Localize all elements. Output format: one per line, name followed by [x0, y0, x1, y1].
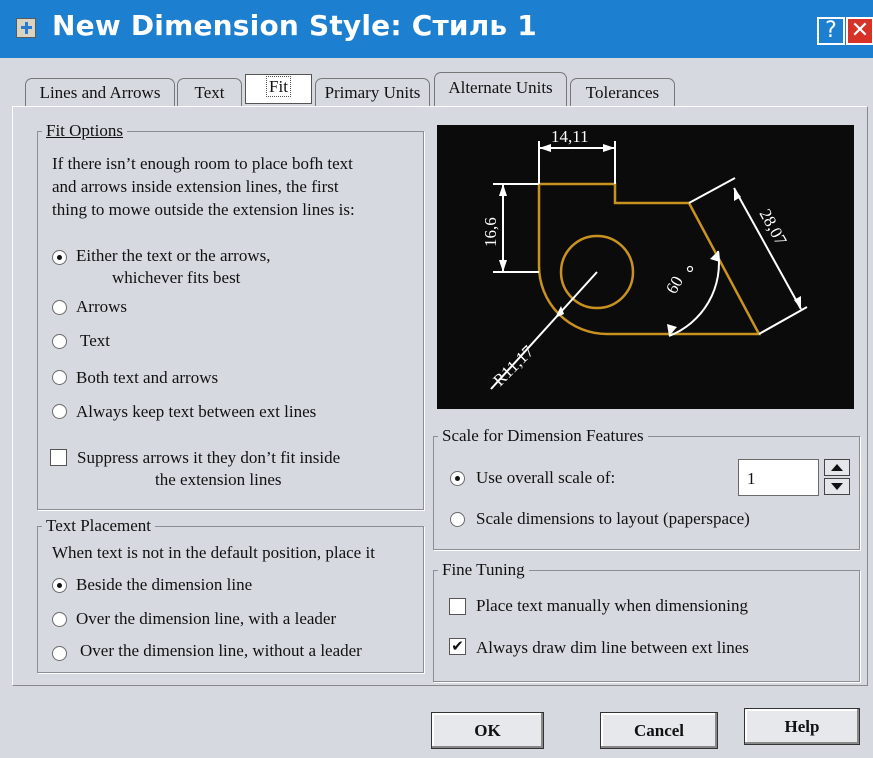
fine-tuning-group: Fine Tuning — [433, 560, 860, 682]
angle-label: 60 — [662, 273, 687, 297]
radius-label: R11,17 — [489, 341, 537, 389]
tab-lines-and-arrows[interactable]: Lines and Arrows — [25, 78, 175, 106]
help-icon[interactable]: ? — [817, 17, 845, 45]
option-always-keep-label[interactable]: Always keep text between ext lines — [76, 401, 316, 423]
radio-either-text-or-arrows[interactable] — [52, 250, 67, 265]
spin-down-icon[interactable] — [824, 478, 850, 495]
text-placement-legend: Text Placement — [46, 516, 152, 535]
fit-options-legend-text: Fit Options — [46, 121, 123, 140]
radio-arrows[interactable] — [52, 300, 67, 315]
place-text-manually-label[interactable]: Place text manually when dimensioning — [476, 595, 748, 617]
option-both-label[interactable]: Both text and arrows — [76, 367, 218, 389]
tab-alternate-units[interactable]: Alternate Units — [434, 72, 567, 106]
fit-options-legend: Fit Options — [42, 121, 127, 141]
dim-left-label: 16,6 — [481, 217, 500, 247]
suppress-arrows-checkbox[interactable] — [50, 449, 67, 466]
tab-text[interactable]: Text — [177, 78, 242, 106]
help-button[interactable]: Help — [744, 708, 860, 745]
scale-legend: Scale for Dimension Features — [442, 426, 644, 445]
use-overall-scale-label[interactable]: Use overall scale of: — [476, 467, 615, 489]
part-outline — [537, 182, 762, 336]
option-over-without-leader-label[interactable]: Over the dimension line, without a leade… — [80, 640, 362, 662]
radio-beside-dimension-line[interactable] — [52, 578, 67, 593]
place-text-manually-checkbox[interactable] — [449, 598, 466, 615]
text-placement-description: When text is not in the default position… — [52, 543, 375, 562]
spin-up-icon[interactable] — [824, 459, 850, 476]
option-beside-label[interactable]: Beside the dimension line — [76, 574, 252, 596]
scale-to-layout-label[interactable]: Scale dimensions to layout (paperspace) — [476, 508, 750, 530]
window-title: New Dimension Style: Стиль 1 — [52, 9, 537, 42]
close-icon[interactable]: ✕ — [846, 17, 873, 45]
radio-use-overall-scale[interactable] — [450, 471, 465, 486]
option-either-label[interactable]: Either the text or the arrows, — [76, 245, 271, 267]
always-draw-dim-line-checkbox[interactable]: ✔ — [449, 638, 466, 655]
tab-primary-units[interactable]: Primary Units — [315, 78, 430, 106]
fit-description-line-3: thing to mowe outside the extension line… — [52, 200, 355, 219]
radio-text[interactable] — [52, 334, 67, 349]
preview-drawing: 14,11 16,6 28,07 60 R11,17 — [481, 127, 808, 390]
overall-scale-input[interactable]: 1 — [738, 459, 819, 496]
option-over-with-leader-label[interactable]: Over the dimension line, with a leader — [76, 608, 336, 630]
radio-scale-to-layout[interactable] — [450, 512, 465, 527]
radio-over-with-leader[interactable] — [52, 612, 67, 627]
dim-top-label: 14,11 — [551, 127, 589, 146]
radio-over-without-leader[interactable] — [52, 646, 67, 661]
degree-symbol — [686, 265, 694, 273]
fit-description-line-1: If there isn’t enough room to place bofh… — [52, 154, 353, 173]
option-arrows-label[interactable]: Arrows — [76, 296, 127, 318]
title-bar: New Dimension Style: Стиль 1 ? ✕ — [0, 0, 873, 58]
radio-always-keep-text[interactable] — [52, 404, 67, 419]
cancel-button[interactable]: Cancel — [600, 712, 718, 749]
dimension-preview: 14,11 16,6 28,07 60 R11,17 — [437, 125, 854, 409]
suppress-arrows-label-2[interactable]: the extension lines — [155, 469, 282, 491]
fit-description-line-2: and arrows inside extension lines, the f… — [52, 177, 339, 196]
suppress-arrows-label-1[interactable]: Suppress arrows it they don’t fit inside — [77, 447, 340, 469]
tab-fit[interactable]: Fit — [245, 74, 312, 104]
tab-fit-label: Fit — [266, 76, 291, 97]
dim-diagonal-label: 28,07 — [756, 206, 791, 249]
always-draw-dim-line-label[interactable]: Always draw dim line between ext lines — [476, 637, 749, 659]
dialog-icon — [16, 18, 36, 38]
option-either-label-2[interactable]: whichever fits best — [112, 267, 240, 289]
ok-button[interactable]: OK — [431, 712, 544, 749]
option-text-label[interactable]: Text — [80, 330, 110, 352]
radio-both-text-and-arrows[interactable] — [52, 370, 67, 385]
fine-tuning-legend: Fine Tuning — [442, 560, 525, 579]
tab-tolerances[interactable]: Tolerances — [570, 78, 675, 106]
